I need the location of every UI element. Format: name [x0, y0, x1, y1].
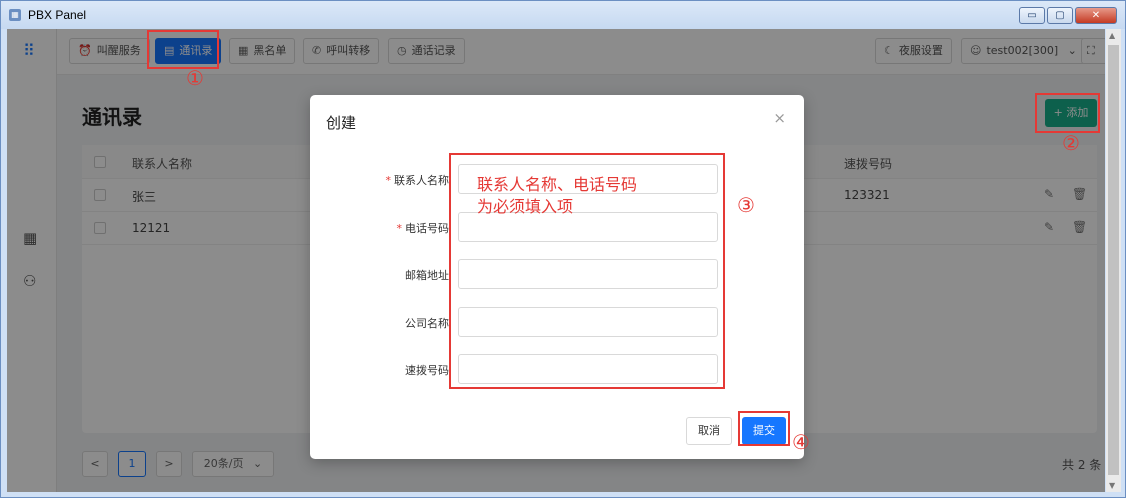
required-marker: *	[385, 174, 392, 187]
annotation-box-2	[1035, 93, 1100, 133]
annotation-note-line-2: 为必须填入项	[477, 197, 574, 216]
scroll-down-arrow-icon[interactable]: ▼	[1109, 481, 1115, 490]
window-title: PBX Panel	[28, 8, 87, 22]
dialog-title: 创建	[326, 114, 357, 132]
window-controls: ▭ ▢ ✕	[1019, 7, 1117, 24]
close-button[interactable]: ✕	[1075, 7, 1117, 24]
scroll-thumb[interactable]	[1108, 45, 1119, 475]
annotation-number-4: ④	[792, 430, 810, 454]
minimize-button[interactable]: ▭	[1019, 7, 1045, 24]
annotation-number-1: ①	[186, 66, 204, 90]
annotation-number-3: ③	[737, 193, 755, 217]
annotation-box-4	[738, 411, 790, 446]
vertical-scrollbar[interactable]: ▲ ▼	[1106, 29, 1121, 492]
scroll-up-arrow-icon[interactable]: ▲	[1109, 31, 1115, 40]
label-speed-dial: 速拨号码	[405, 364, 449, 377]
label-company: 公司名称	[405, 317, 449, 330]
annotation-number-2: ②	[1062, 131, 1080, 155]
app-icon: ▦	[9, 9, 21, 21]
title-bar: ▦ PBX Panel ▭ ▢ ✕	[1, 1, 1125, 29]
cancel-button[interactable]: 取消	[686, 417, 732, 445]
label-contact-name: * 联系人名称	[385, 174, 450, 187]
label-phone-number: * 电话号码	[396, 222, 450, 235]
annotation-box-1	[147, 30, 219, 69]
annotation-note-line-1: 联系人名称、电话号码	[477, 175, 638, 194]
label-email: 邮箱地址	[405, 269, 449, 282]
maximize-button[interactable]: ▢	[1047, 7, 1073, 24]
required-marker: *	[396, 222, 403, 235]
close-icon[interactable]: ×	[773, 109, 786, 127]
